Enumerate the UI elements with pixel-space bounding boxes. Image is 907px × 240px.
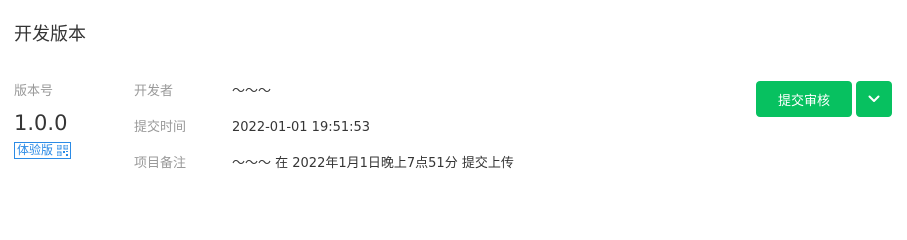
- trial-version-badge-label: 体验版: [17, 143, 54, 157]
- more-actions-dropdown-button[interactable]: [856, 81, 892, 117]
- developer-value: ～～～: [232, 84, 272, 99]
- version-label: 版本号: [14, 84, 54, 99]
- developer-label: 开发者: [134, 84, 174, 99]
- submit-time-value: 2022-01-01 19:51:53: [232, 120, 371, 135]
- submit-review-button[interactable]: 提交审核: [756, 81, 852, 117]
- chevron-down-icon: [868, 95, 880, 102]
- version-number: 1.0.0: [14, 111, 68, 135]
- version-column: 版本号 1.0.0 体验版: [14, 82, 114, 159]
- remark-value: ～～～ 在 2022年1月1日晚上7点51分 提交上传: [232, 156, 514, 171]
- version-actions: 提交审核: [756, 81, 892, 117]
- remark-label: 项目备注: [134, 156, 187, 171]
- qr-code-icon[interactable]: [57, 145, 69, 156]
- submit-time-label: 提交时间: [134, 120, 187, 135]
- section-title: 开发版本: [14, 24, 86, 45]
- trial-version-badge[interactable]: 体验版: [14, 142, 72, 159]
